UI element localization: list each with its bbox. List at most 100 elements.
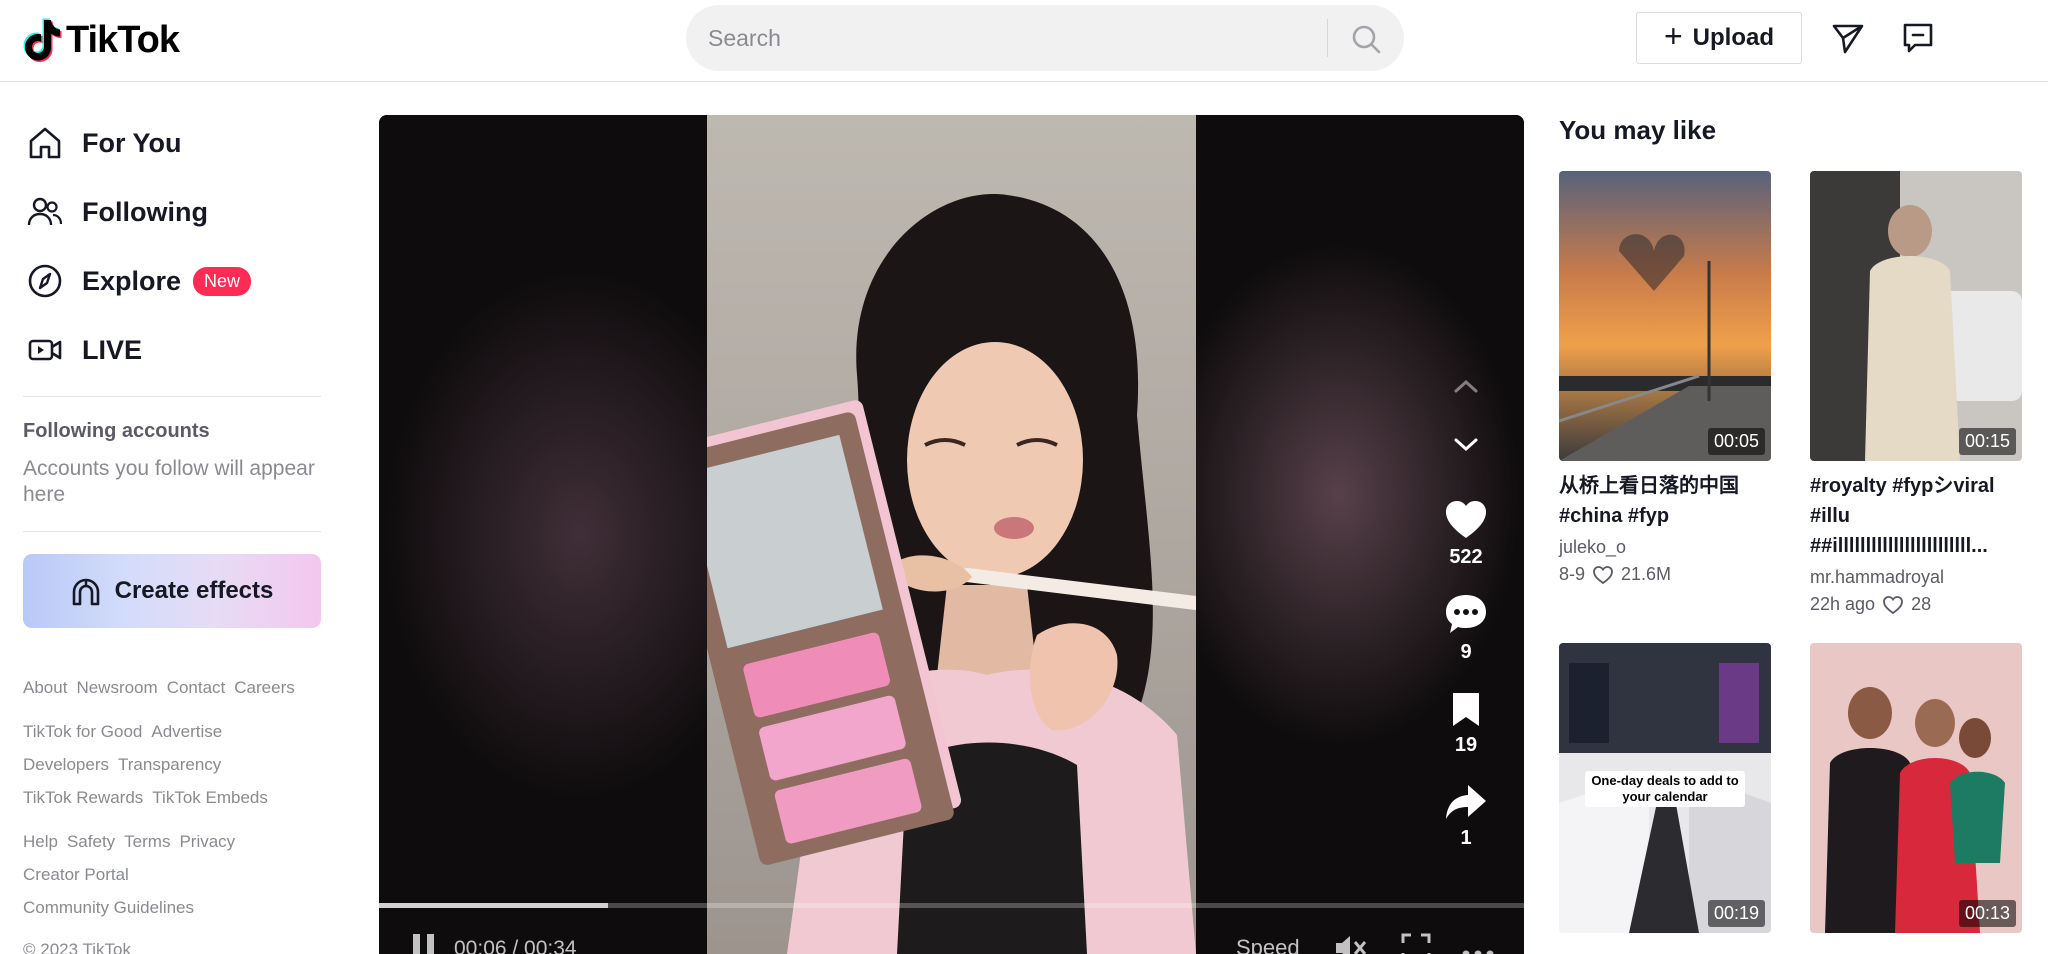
volume-muted-icon [1336, 936, 1367, 954]
footer-link-transparency[interactable]: Transparency [118, 755, 221, 775]
heart-outline-icon [1593, 565, 1613, 584]
logo-text: TikTok [66, 18, 180, 61]
comment-count: 9 [1460, 641, 1472, 663]
video-content-image [707, 194, 1196, 954]
recommended-video-card[interactable]: 00:15 #royalty #fypシviral #illu ##illlll… [1810, 171, 2022, 615]
pause-button[interactable] [411, 932, 437, 954]
footer-link-careers[interactable]: Careers [234, 678, 294, 698]
video-time: 00:06 / 00:34 [454, 937, 577, 954]
footer-link-tiktok-embeds[interactable]: TikTok Embeds [152, 788, 268, 808]
new-badge: New [193, 266, 252, 296]
video-meta: 22h ago 28 [1810, 594, 2022, 615]
effects-icon [72, 578, 99, 606]
nav-following[interactable]: Following [24, 187, 208, 237]
fullscreen-icon [1401, 933, 1431, 954]
footer-row: Help Safety Terms Privacy [23, 832, 235, 852]
footer-link-developers[interactable]: Developers [23, 755, 109, 775]
footer-link-tiktok-rewards[interactable]: TikTok Rewards [23, 788, 143, 808]
more-options-button[interactable] [1461, 941, 1495, 954]
bookmark-action[interactable]: 19 [1431, 690, 1501, 757]
search-bar [686, 5, 1404, 71]
sunset-bridge-thumbnail [1559, 171, 1771, 461]
footer-link-help[interactable]: Help [23, 832, 58, 852]
video-author[interactable]: juleko_o [1559, 537, 1771, 558]
footer-link-newsroom[interactable]: Newsroom [76, 678, 157, 698]
chevron-down-icon [1454, 438, 1478, 452]
video-title[interactable]: 从桥上看日落的中国 #china #fyp [1559, 471, 1771, 531]
footer-link-safety[interactable]: Safety [67, 832, 115, 852]
you-may-like-title: You may like [1559, 115, 1717, 145]
share-icon [1446, 785, 1486, 819]
video-date: 22h ago [1810, 594, 1876, 614]
fullscreen-button[interactable] [1401, 933, 1431, 954]
video-progress-fill [379, 903, 608, 908]
footer-link-privacy[interactable]: Privacy [179, 832, 235, 852]
video-likes: 28 [1911, 594, 1932, 614]
footer-row: Community Guidelines [23, 898, 194, 918]
search-button[interactable] [1344, 17, 1388, 61]
recommended-video-card[interactable]: One-day deals to add to your calendar 00… [1559, 643, 1771, 933]
recommended-video-card[interactable]: 00:13 [1810, 643, 2022, 933]
search-divider [1327, 19, 1328, 57]
comment-action[interactable]: 9 [1431, 593, 1501, 664]
search-input[interactable] [686, 5, 1306, 71]
next-video-button[interactable] [1449, 427, 1483, 467]
video-title[interactable]: #royalty #fypシviral #illu ##illlllllllll… [1810, 471, 2022, 561]
video-duration: 00:15 [1958, 428, 2016, 455]
upload-label: Upload [1692, 24, 1774, 51]
sidebar: For You Following Explore New LIVE Follo… [0, 82, 340, 954]
footer-link-tiktok-for-good[interactable]: TikTok for Good [23, 722, 142, 742]
thumbnail-caption: One-day deals to add to your calendar [1585, 771, 1745, 807]
following-accounts-title: Following accounts [23, 420, 210, 442]
video-duration: 00:19 [1707, 900, 1765, 927]
nav-label: For You [82, 127, 182, 158]
footer-link-terms[interactable]: Terms [124, 832, 170, 852]
comment-icon [1446, 595, 1486, 633]
video-author[interactable]: mr.hammadroyal [1810, 567, 2022, 588]
video-player[interactable]: 522 9 19 1 00:06 / 00:34 Speed [379, 115, 1524, 954]
speed-button[interactable]: Speed [1236, 935, 1300, 954]
footer-row: TikTok for Good Advertise [23, 722, 222, 742]
sidebar-divider [23, 531, 321, 532]
video-thumbnail[interactable]: 00:13 [1810, 643, 2022, 933]
heart-icon [1446, 501, 1486, 538]
create-effects-button[interactable]: Create effects [23, 554, 321, 628]
bookmark-count: 19 [1454, 734, 1478, 756]
footer-link-advertise[interactable]: Advertise [151, 722, 222, 742]
sidebar-divider [23, 396, 321, 397]
recommended-video-card[interactable]: 00:05 从桥上看日落的中国 #china #fyp juleko_o 8-9… [1559, 171, 1771, 585]
video-thumbnail[interactable]: 00:05 [1559, 171, 1771, 461]
footer-link-contact[interactable]: Contact [167, 678, 226, 698]
nav-label: LIVE [82, 334, 143, 365]
tiktok-logo-icon [23, 18, 62, 62]
following-accounts-desc: Accounts you follow will appear here [23, 457, 315, 506]
share-action[interactable]: 1 [1431, 783, 1501, 850]
bookmark-icon [1453, 693, 1479, 726]
footer-link-about[interactable]: About [23, 678, 67, 698]
video-likes: 21.6M [1621, 564, 1672, 584]
inbox-icon[interactable] [1898, 18, 1938, 58]
video-frame[interactable] [707, 115, 1196, 954]
video-thumbnail[interactable]: 00:15 [1810, 171, 2022, 461]
heart-outline-icon [1883, 595, 1903, 614]
top-header: TikTok + Upload [0, 0, 2048, 82]
video-thumbnail[interactable]: One-day deals to add to your calendar 00… [1559, 643, 1771, 933]
nav-explore[interactable]: Explore New [24, 256, 252, 306]
video-progress-bar[interactable] [379, 903, 1524, 908]
nav-label: Following [82, 196, 208, 227]
like-action[interactable]: 522 [1431, 500, 1501, 569]
footer-link-community-guidelines[interactable]: Community Guidelines [23, 898, 194, 918]
send-icon[interactable] [1828, 18, 1868, 58]
tiktok-logo[interactable]: TikTok [22, 16, 180, 64]
more-icon [1462, 950, 1494, 954]
person-street-thumbnail [1810, 171, 2022, 461]
nav-live[interactable]: LIVE [24, 325, 142, 375]
upload-button[interactable]: + Upload [1636, 12, 1802, 64]
video-duration: 00:05 [1707, 428, 1765, 455]
nav-for-you[interactable]: For You [24, 118, 182, 168]
footer-row: Creator Portal [23, 865, 129, 885]
footer-link-creator-portal[interactable]: Creator Portal [23, 865, 129, 885]
mute-button[interactable] [1334, 933, 1368, 954]
live-icon [24, 329, 66, 371]
previous-video-button[interactable] [1449, 370, 1483, 410]
